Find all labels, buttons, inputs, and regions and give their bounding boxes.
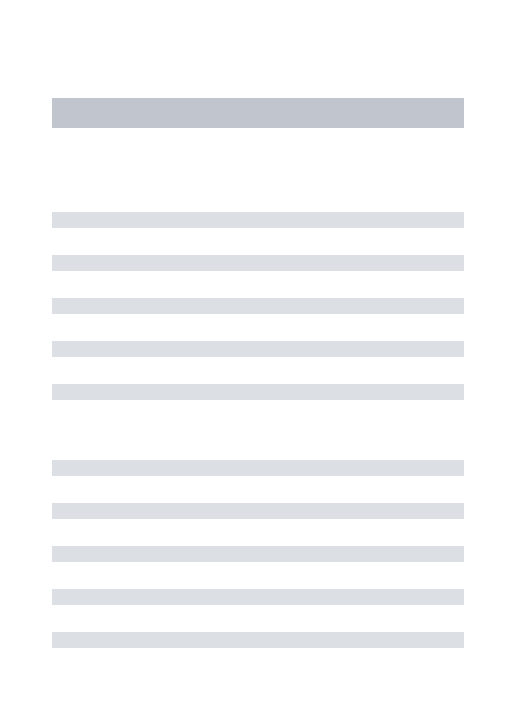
skeleton-page [0, 0, 516, 648]
skeleton-line [52, 212, 464, 228]
skeleton-line [52, 503, 464, 519]
skeleton-paragraph-1 [52, 212, 464, 400]
skeleton-line [52, 546, 464, 562]
skeleton-line [52, 589, 464, 605]
skeleton-line [52, 460, 464, 476]
skeleton-line [52, 341, 464, 357]
skeleton-line [52, 632, 464, 648]
skeleton-line [52, 255, 464, 271]
skeleton-header-bar [52, 98, 464, 128]
skeleton-line [52, 298, 464, 314]
skeleton-paragraph-2 [52, 460, 464, 648]
skeleton-line [52, 384, 464, 400]
